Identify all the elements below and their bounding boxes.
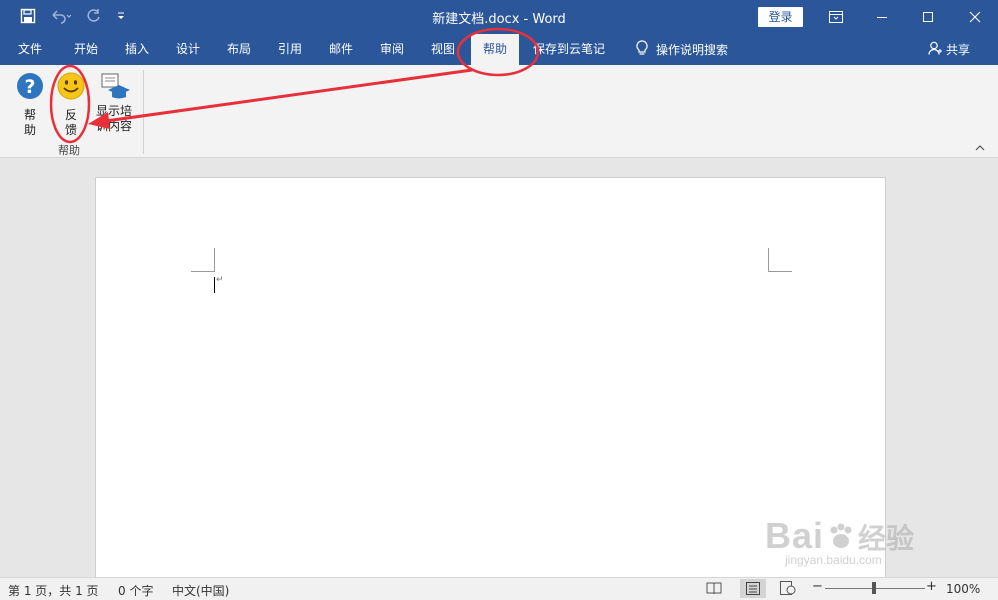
tab-file[interactable]: 文件 [6, 34, 54, 65]
ribbon-display-options-icon[interactable] [813, 0, 859, 34]
login-button[interactable]: 登录 [758, 7, 803, 27]
tab-save-to-cloud-notes[interactable]: 保存到云笔记 [526, 34, 612, 65]
collapse-ribbon-icon[interactable] [975, 144, 985, 155]
ribbon-group-divider [143, 70, 144, 154]
show-training-label-2: 训内容 [95, 119, 132, 133]
read-mode-icon[interactable] [706, 581, 722, 598]
tab-review[interactable]: 审阅 [367, 34, 417, 65]
lightbulb-icon [636, 40, 648, 59]
tab-insert[interactable]: 插入 [112, 34, 162, 65]
zoom-slider-thumb[interactable] [872, 582, 876, 594]
person-icon [928, 41, 942, 58]
minimize-icon[interactable] [859, 0, 905, 34]
tab-home[interactable]: 开始 [60, 34, 112, 65]
help-button-label-2: 助 [23, 123, 36, 137]
feedback-button-label-2: 馈 [64, 123, 77, 137]
help-button[interactable]: ? 帮 助 [14, 71, 46, 138]
tab-design[interactable]: 设计 [163, 34, 213, 65]
tab-help[interactable]: 帮助 [471, 34, 519, 65]
ribbon-tabs: 文件 开始 插入 设计 布局 引用 邮件 审阅 视图 帮助 保存到云笔记 [0, 34, 998, 65]
help-button-label-1: 帮 [23, 108, 36, 122]
close-icon[interactable] [952, 0, 998, 34]
zoom-level[interactable]: 100% [946, 582, 980, 596]
watermark: Bai 经验 jingyan.baidu.com [765, 515, 914, 567]
show-training-button[interactable]: 显示培 训内容 [93, 71, 135, 134]
feedback-button[interactable]: 反 馈 [55, 71, 87, 138]
paragraph-mark-icon: ↵ [216, 275, 224, 285]
margin-mark-top-left [191, 248, 215, 272]
show-training-label-1: 显示培 [95, 104, 132, 118]
graduation-cap-icon [98, 71, 130, 104]
zoom-in-button[interactable]: + [926, 579, 937, 594]
tab-references[interactable]: 引用 [265, 34, 315, 65]
web-layout-icon[interactable] [780, 581, 796, 598]
status-bar: 第 1 页，共 1 页 0 个字 中文(中国) − + 100% [0, 577, 998, 600]
smiley-icon [56, 71, 86, 104]
word-count[interactable]: 0 个字 [118, 582, 153, 599]
maximize-icon[interactable] [905, 0, 951, 34]
watermark-url: jingyan.baidu.com [785, 553, 882, 567]
margin-mark-top-right [768, 248, 792, 272]
tell-me-label: 操作说明搜索 [656, 43, 729, 57]
feedback-button-label-1: 反 [64, 108, 77, 122]
tab-view[interactable]: 视图 [418, 34, 468, 65]
text-cursor [214, 277, 215, 293]
watermark-text: 经验 [858, 523, 915, 554]
tab-mailings[interactable]: 邮件 [316, 34, 366, 65]
paw-icon [826, 522, 856, 555]
language-indicator[interactable]: 中文(中国) [172, 582, 229, 599]
tell-me-search[interactable]: 操作说明搜索 [636, 34, 728, 65]
tab-layout[interactable]: 布局 [214, 34, 264, 65]
share-button[interactable]: 共享 [928, 34, 970, 65]
print-layout-icon[interactable] [740, 579, 766, 598]
share-label: 共享 [946, 43, 971, 57]
question-icon: ? [15, 71, 45, 104]
ribbon-panel: ? 帮 助 反 馈 显示培 训内容 帮助 [0, 65, 998, 158]
svg-text:?: ? [24, 76, 35, 98]
zoom-out-button[interactable]: − [812, 579, 823, 594]
ribbon-group-label: 帮助 [58, 144, 80, 157]
page-count[interactable]: 第 1 页，共 1 页 [8, 582, 99, 599]
title-bar: 新建文档.docx - Word 登录 [0, 0, 998, 34]
watermark-brand: Bai [765, 515, 825, 556]
